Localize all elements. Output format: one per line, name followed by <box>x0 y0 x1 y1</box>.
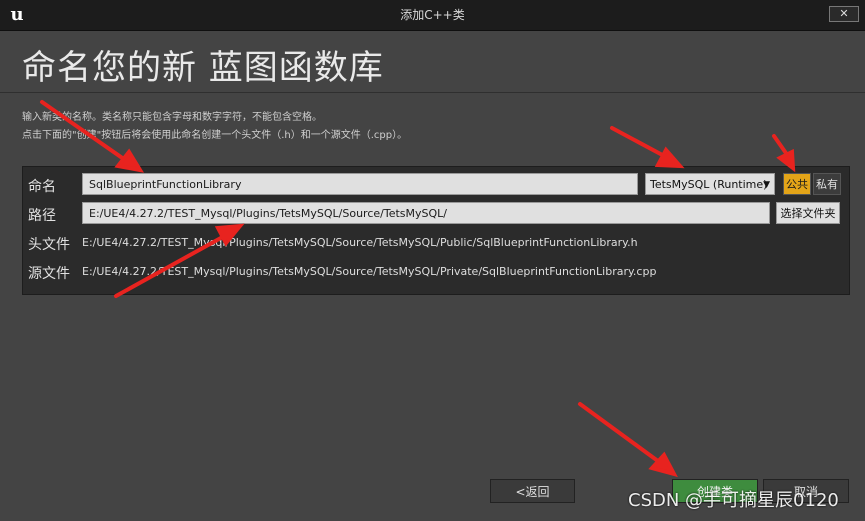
annotation-arrowhead-path <box>214 223 245 247</box>
annotation-arrowhead-name <box>114 148 145 173</box>
annotation-arrows <box>40 100 796 478</box>
annotation-arrow-name <box>40 100 130 164</box>
annotation-arrow-module <box>610 126 670 160</box>
annotation-arrow-path <box>114 232 230 298</box>
annotation-arrowhead-public <box>776 148 796 173</box>
watermark: CSDN @手可摘星辰0120 <box>628 490 839 511</box>
annotation-arrow-create <box>578 402 664 466</box>
